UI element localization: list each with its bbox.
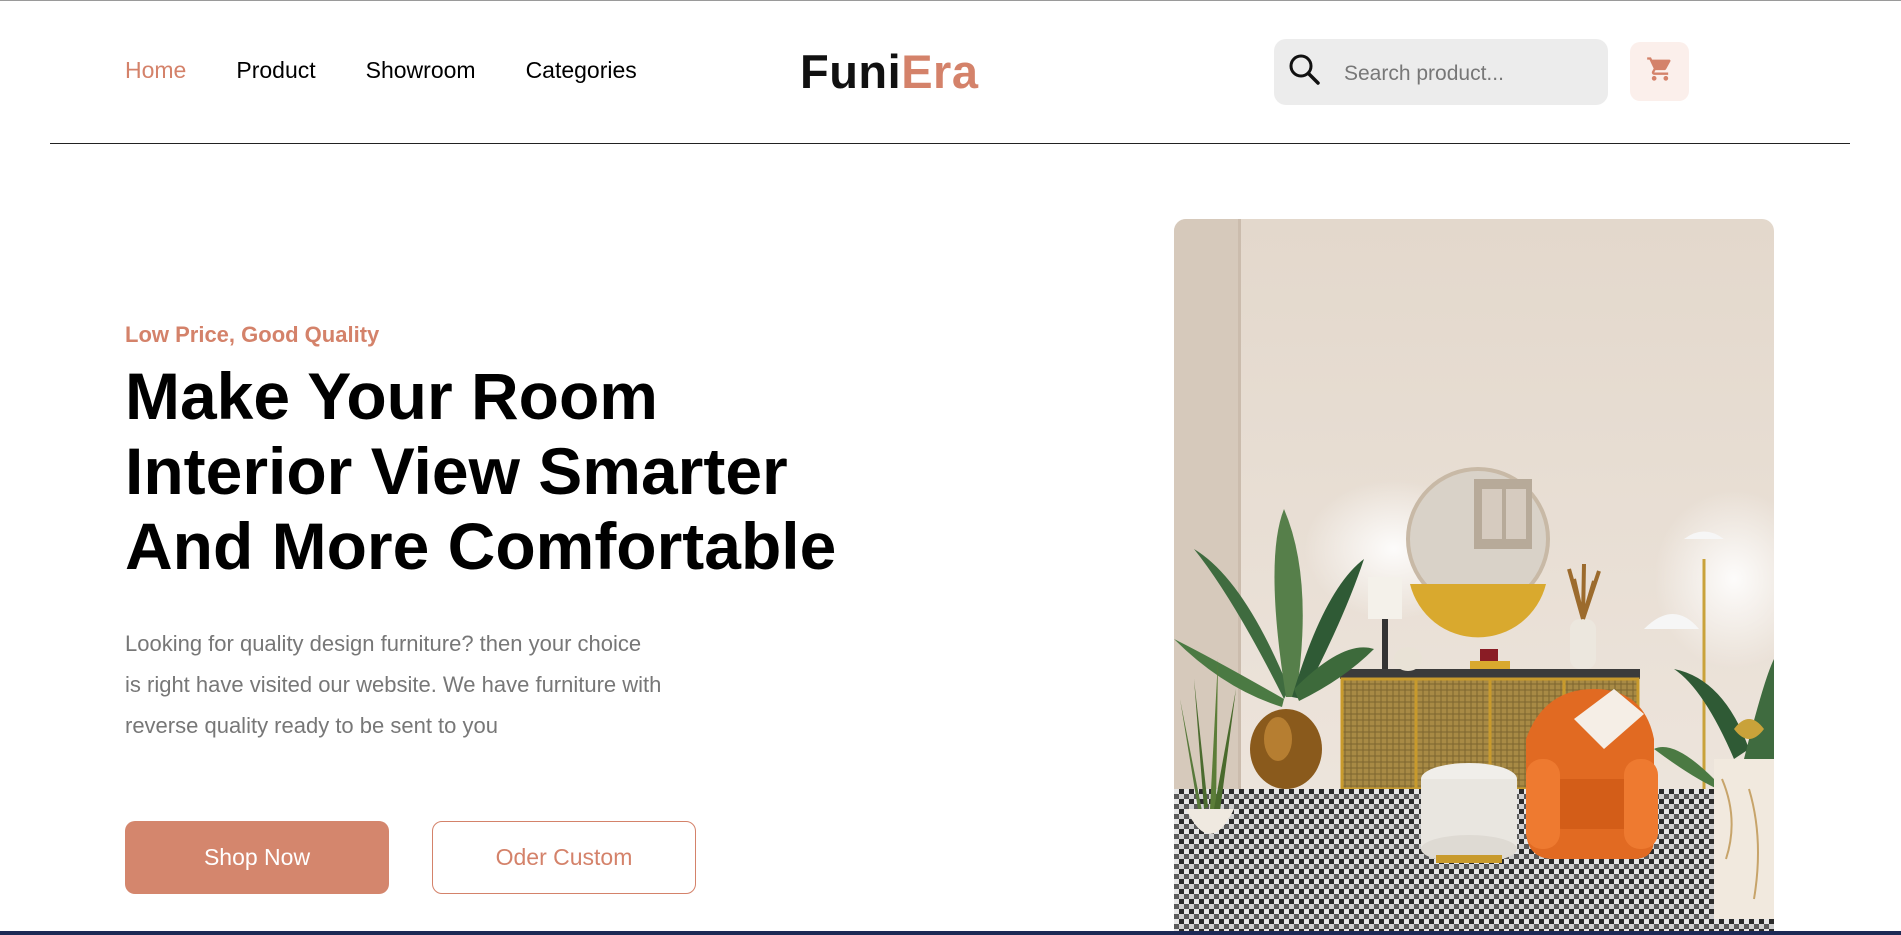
cart-icon xyxy=(1646,55,1674,88)
hero-tagline: Low Price, Good Quality xyxy=(125,322,380,347)
search-icon[interactable] xyxy=(1287,52,1323,88)
window-top-border xyxy=(0,0,1901,1)
order-custom-button[interactable]: Oder Custom xyxy=(432,821,696,894)
headline-line-1: Make Your Room xyxy=(125,359,658,433)
window-bottom-border xyxy=(0,931,1901,935)
logo-part-funi: Funi xyxy=(800,45,902,98)
brand-logo[interactable]: FuniEra xyxy=(800,44,978,99)
headline-line-2: Interior View Smarter xyxy=(125,434,788,508)
logo-part-era: Era xyxy=(901,45,979,98)
description-line-2: is right have visited our website. We ha… xyxy=(125,672,662,697)
description-line-3: reverse quality ready to be sent to you xyxy=(125,713,498,738)
headline-line-3: And More Comfortable xyxy=(125,509,837,583)
nav-showroom[interactable]: Showroom xyxy=(366,57,476,84)
header-divider xyxy=(50,143,1850,144)
hero-description: Looking for quality design furniture? th… xyxy=(125,623,661,746)
cart-button[interactable] xyxy=(1630,42,1689,101)
nav-home[interactable]: Home xyxy=(125,57,186,84)
living-room-image xyxy=(1174,219,1774,931)
hero-headline: Make Your Room Interior View Smarter And… xyxy=(125,359,836,584)
shop-now-button[interactable]: Shop Now xyxy=(125,821,389,894)
nav-product[interactable]: Product xyxy=(236,57,315,84)
nav-categories[interactable]: Categories xyxy=(526,57,637,84)
search-box xyxy=(1274,39,1608,105)
main-nav: Home Product Showroom Categories xyxy=(125,57,637,84)
description-line-1: Looking for quality design furniture? th… xyxy=(125,631,642,656)
search-input[interactable] xyxy=(1342,55,1596,93)
